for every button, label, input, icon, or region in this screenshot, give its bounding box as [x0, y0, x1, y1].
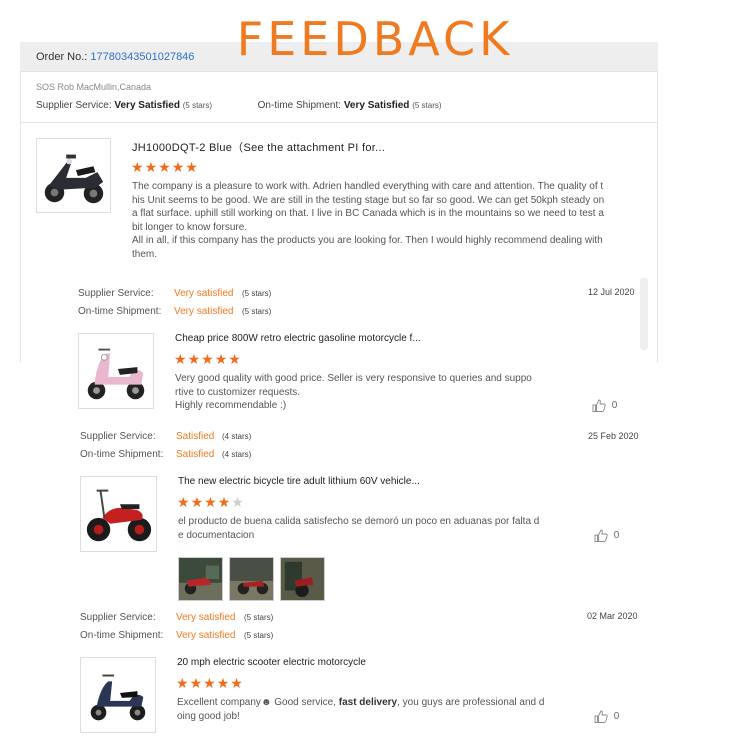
- supplier-service-stars: (5 stars): [182, 101, 213, 110]
- product-thumbnail[interactable]: [80, 476, 157, 552]
- star-rating: ★★★★★: [176, 676, 244, 690]
- supplier-service-label: Supplier Service:: [36, 100, 112, 111]
- review-text: The company is a pleasure to work with. …: [132, 181, 605, 260]
- shipment-row: On-time Shipment: Satisfied (4 stars): [80, 449, 252, 460]
- supplier-service-row: Supplier Service: Very satisfied (5 star…: [78, 288, 272, 299]
- supplier-service-row: Supplier Service: Satisfied (4 stars): [80, 431, 252, 442]
- thumbs-up-icon: [594, 710, 608, 723]
- star-icon: ★: [204, 494, 218, 510]
- like-count: 0: [611, 400, 618, 412]
- emoji-icon: ☻: [260, 697, 272, 708]
- scrollbar[interactable]: [640, 278, 648, 350]
- star-icon: ★: [189, 675, 204, 691]
- star-icon: ★: [190, 494, 205, 510]
- star-rating: ★★★★★: [177, 495, 245, 509]
- thumbs-up-icon: [592, 399, 606, 412]
- product-thumbnail[interactable]: [36, 138, 111, 213]
- star-icon: ★: [187, 351, 202, 367]
- review-photo: [281, 558, 324, 600]
- review-photo: [230, 558, 273, 600]
- shipment-label: On-time Shipment:: [257, 100, 342, 111]
- product-title-link[interactable]: The new electric bicycle tire adult lith…: [178, 476, 420, 487]
- like-button[interactable]: 0: [592, 399, 617, 412]
- star-icon: ★: [216, 675, 231, 691]
- review-text: Very good quality with good price. Selle…: [175, 373, 532, 411]
- review-photo-thumbnail[interactable]: [229, 557, 274, 601]
- star-icon: ★: [158, 159, 172, 175]
- star-rating: ★★★★★: [131, 160, 199, 174]
- like-button[interactable]: 0: [594, 710, 619, 723]
- navy-scooter-image: [81, 658, 155, 732]
- star-icon: ★: [144, 159, 159, 175]
- star-icon: ★: [228, 351, 242, 367]
- star-icon: ★: [174, 351, 188, 367]
- shipment-value: Very Satisfied: [343, 100, 410, 111]
- shipment-row: On-time Shipment: Very satisfied (5 star…: [78, 306, 272, 317]
- red-ebike-image: [81, 477, 156, 551]
- star-rating: ★★★★★: [174, 352, 242, 366]
- review-text: el producto de buena calida satisfecho s…: [178, 516, 540, 541]
- star-icon: ★: [230, 675, 244, 691]
- product-title-link[interactable]: 20 mph electric scooter electric motorcy…: [177, 657, 366, 668]
- review-photo-thumbnail[interactable]: [178, 557, 223, 601]
- review-date: 12 Jul 2020: [588, 287, 635, 297]
- shipment-row: On-time Shipment: Very satisfied (5 star…: [80, 630, 274, 641]
- star-icon: ★: [201, 351, 215, 367]
- star-icon: ★: [176, 675, 190, 691]
- like-count: 0: [613, 711, 620, 723]
- star-icon: ★: [231, 494, 245, 510]
- thumbs-up-icon: [594, 529, 608, 542]
- product-title-link[interactable]: Cheap price 800W retro electric gasoline…: [175, 333, 421, 344]
- star-icon: ★: [177, 494, 191, 510]
- like-button[interactable]: 0: [594, 529, 619, 542]
- review-photo: [179, 558, 222, 600]
- buyer-name: SOS Rob MacMullin,Canada: [36, 82, 152, 92]
- review-photo-thumbnail[interactable]: [280, 557, 325, 601]
- pink-scooter-image: [79, 334, 153, 408]
- review-date: 02 Mar 2020: [587, 611, 638, 621]
- star-icon: ★: [214, 351, 229, 367]
- star-icon: ★: [217, 494, 232, 510]
- product-thumbnail[interactable]: [78, 333, 154, 409]
- scooter-image: [37, 139, 110, 212]
- shipment-stars: (5 stars): [412, 101, 442, 110]
- supplier-service-value: Very Satisfied: [114, 100, 180, 111]
- star-icon: ★: [171, 159, 186, 175]
- product-thumbnail[interactable]: [80, 657, 156, 733]
- feedback-banner-title: FEEDBACK: [236, 12, 514, 66]
- product-title-link[interactable]: JH1000DQT-2 Blue（See the attachment PI f…: [132, 139, 385, 155]
- star-icon: ★: [203, 675, 217, 691]
- review-text: Excellent company☻ Good service, fast de…: [177, 697, 545, 722]
- divider: [20, 122, 658, 123]
- order-rating-summary: Supplier Service: Very Satisfied (5 star…: [36, 100, 442, 111]
- like-count: 0: [613, 530, 620, 542]
- review-date: 25 Feb 2020: [588, 431, 639, 441]
- star-icon: ★: [185, 159, 199, 175]
- supplier-service-row: Supplier Service: Very satisfied (5 star…: [80, 612, 274, 623]
- star-icon: ★: [131, 159, 145, 175]
